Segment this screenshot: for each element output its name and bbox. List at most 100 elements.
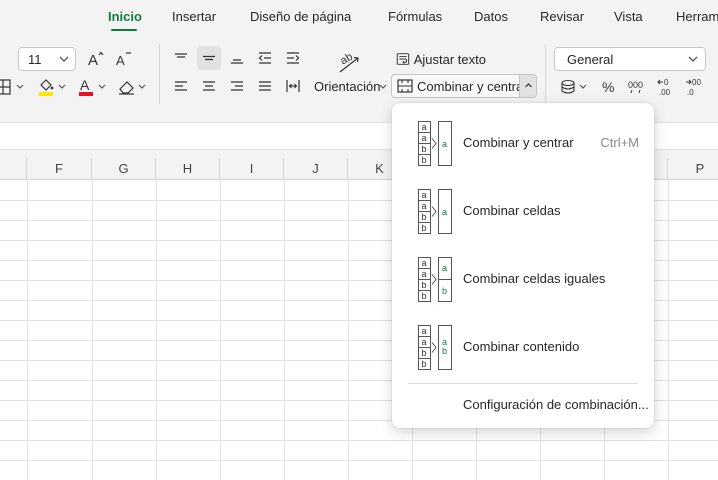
menu-item-label: Combinar y centrar [463,135,574,150]
svg-text:%: % [602,79,614,95]
align-center-icon [203,81,215,91]
tab-vista[interactable]: Vista [614,9,643,24]
svg-text:a: a [422,258,427,268]
tab-formulas[interactable]: Fórmulas [388,9,442,24]
clear-button[interactable] [116,76,150,98]
distributed-button[interactable] [281,74,305,98]
column-header-p[interactable]: P [668,158,718,180]
column-header-h[interactable]: H [156,158,220,180]
column-header-i[interactable]: I [220,158,284,180]
svg-text:a: a [422,326,427,336]
orientation-button[interactable]: ab [334,48,364,76]
svg-text:b: b [442,346,447,356]
thousands-format-button[interactable]: 000 [626,76,648,98]
align-left-button[interactable] [169,74,193,98]
chevron-down-icon [59,56,69,62]
number-format-select[interactable]: General [554,47,706,71]
merge-cells-icon: a a b b a [418,189,452,234]
justify-button[interactable] [253,74,277,98]
align-bottom-button[interactable] [225,46,249,70]
orientation-icon: ab [338,51,359,73]
align-right-button[interactable] [225,74,249,98]
increase-font-button[interactable]: A [84,47,108,71]
keyboard-shortcut: Ctrl+M [600,135,639,150]
fill-color-icon [39,79,66,96]
wrap-text-label: Ajustar texto [413,51,486,67]
increase-decimal-button[interactable]: 0.00 [654,76,678,98]
merge-settings-item[interactable]: Configuración de combinación... [463,397,649,412]
grid-line [284,180,285,480]
menu-item-combinar-contenido[interactable]: a a b b a b Combinar contenido [398,319,648,375]
chevron-down-icon [688,56,698,62]
menu-item-combinar-celdas[interactable]: a a b b a Combinar celdas [398,183,648,239]
menu-item-label: Combinar celdas iguales [463,271,606,286]
align-middle-button[interactable] [197,46,221,70]
svg-text:a: a [422,269,427,279]
decrease-decimal-button[interactable]: 00.0 [682,76,706,98]
font-color-icon: A [79,77,106,96]
increase-indent-button[interactable] [281,46,305,70]
align-center-button[interactable] [197,74,221,98]
grid-line [27,180,28,480]
decrease-font-button[interactable]: A [112,47,136,71]
menu-item-combinar-y-centrar[interactable]: a a b b a Combinar y centrar Ctrl+M [398,115,648,171]
svg-text:a: a [422,201,427,211]
tab-inicio[interactable]: Inicio [108,9,142,24]
fill-color-button[interactable] [36,76,70,98]
svg-text:00: 00 [692,78,701,87]
decrease-decimal-icon: 00.0 [686,78,701,97]
svg-text:b: b [422,144,427,154]
svg-text:a: a [422,337,427,347]
tab-revisar[interactable]: Revisar [540,9,584,24]
borders-button[interactable] [0,76,26,98]
ribbon-separator [545,44,546,104]
percent-format-button[interactable]: % [598,76,620,98]
column-header-j[interactable]: J [284,158,348,180]
thousands-separator-icon: 000 [628,80,643,94]
menu-item-combinar-celdas-iguales[interactable]: a a b b a b Combinar celdas iguales [398,251,648,307]
svg-text:b: b [442,286,447,296]
eraser-icon [119,81,146,95]
grid-line [348,180,349,480]
tab-datos[interactable]: Datos [474,9,508,24]
menu-separator [408,383,638,384]
svg-text:.00: .00 [659,88,671,97]
increase-indent-icon [287,52,300,64]
merge-content-icon: a a b b a b [418,325,452,370]
tab-diseno-de-pagina[interactable]: Diseño de página [250,9,351,24]
tab-insertar[interactable]: Insertar [172,9,216,24]
font-color-button[interactable]: A [76,76,110,98]
orientation-label[interactable]: Orientación [314,79,380,94]
decrease-indent-icon [258,52,271,64]
svg-text:a: a [442,139,447,149]
svg-text:A: A [80,77,90,93]
column-header-g[interactable]: G [92,158,156,180]
chevron-down-icon [379,84,387,89]
percent-icon: % [602,79,614,95]
align-top-icon [175,53,187,58]
merge-center-icon: a a b b a [418,121,452,166]
menu-item-label: Combinar contenido [463,339,580,354]
tab-herramientas[interactable]: Herram [676,9,718,24]
grid-line [220,180,221,480]
grid-line [0,460,718,461]
grid-line [0,440,718,441]
merge-center-button[interactable]: Combinar y centrar [391,74,537,98]
grid-line [92,180,93,480]
svg-text:b: b [422,359,427,369]
column-header-partial[interactable] [0,158,27,180]
decrease-indent-button[interactable] [253,46,277,70]
wrap-text-button[interactable]: Ajustar texto [396,48,486,70]
svg-text:b: b [422,280,427,290]
currency-format-button[interactable] [558,76,590,98]
font-size-select[interactable]: 11 [18,47,76,71]
align-top-button[interactable] [169,46,193,70]
svg-text:b: b [422,348,427,358]
svg-text:a: a [442,263,447,273]
merge-dropdown-toggle[interactable] [519,75,536,97]
svg-text:A: A [116,53,125,68]
column-header-f[interactable]: F [27,158,92,180]
merge-icon [397,79,413,93]
menu-item-label: Combinar celdas [463,203,561,218]
svg-text:000: 000 [628,80,643,90]
